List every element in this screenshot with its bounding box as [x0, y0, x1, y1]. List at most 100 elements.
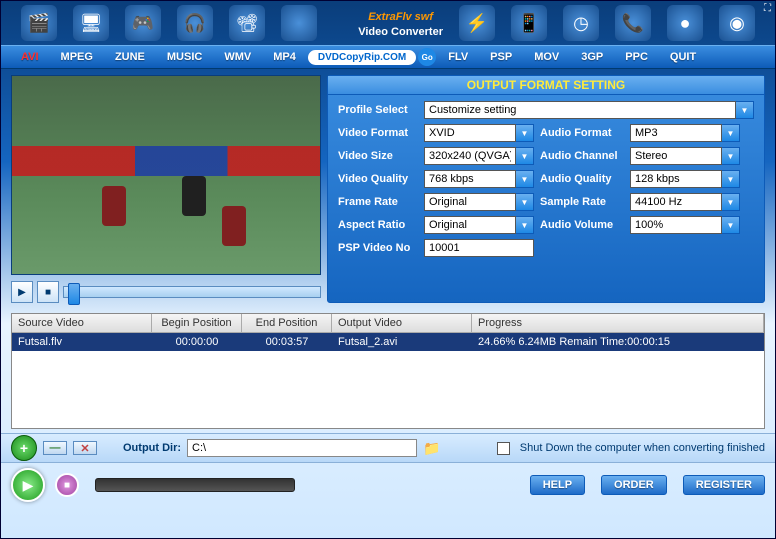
- dropdown-icon[interactable]: ▼: [516, 193, 534, 211]
- convert-button[interactable]: ▶: [11, 468, 45, 502]
- tab-3gp[interactable]: 3GP: [571, 49, 613, 65]
- td-progress: 24.66% 6.24MB Remain Time:00:00:15: [472, 333, 764, 351]
- tab-wmv[interactable]: WMV: [214, 49, 261, 65]
- td-source: Futsal.flv: [12, 333, 152, 351]
- remove-button[interactable]: —: [43, 441, 67, 455]
- dropdown-icon[interactable]: ▼: [722, 193, 740, 211]
- vqual-select[interactable]: [424, 170, 516, 188]
- tab-ppc[interactable]: PPC: [615, 49, 658, 65]
- tab-music[interactable]: MUSIC: [157, 49, 212, 65]
- add-button[interactable]: +: [11, 435, 37, 461]
- globe-icon[interactable]: ◉: [719, 5, 755, 41]
- output-dir-label: Output Dir:: [123, 442, 181, 454]
- pill-link[interactable]: DVDCopyRip.COM: [308, 50, 416, 65]
- aspect-select[interactable]: [424, 216, 516, 234]
- brand-sub: Video Converter: [358, 26, 443, 38]
- top-icon-bar: 🎬 🖥 🎮 🎧 📽 ExtraFlv swf Video Converter ⚡…: [1, 1, 775, 45]
- td-end: 00:03:57: [242, 333, 332, 351]
- output-dir-field[interactable]: C:\: [187, 439, 417, 457]
- clear-button[interactable]: ✕: [73, 441, 97, 455]
- tab-avi[interactable]: AVI: [11, 49, 49, 65]
- th-progress[interactable]: Progress: [472, 314, 764, 332]
- srate-label: Sample Rate: [540, 196, 624, 208]
- aqual-select[interactable]: [630, 170, 722, 188]
- achan-select[interactable]: [630, 147, 722, 165]
- dropdown-icon[interactable]: ▼: [516, 147, 534, 165]
- apple-icon[interactable]: [281, 5, 317, 41]
- frate-label: Frame Rate: [338, 196, 418, 208]
- vsize-select[interactable]: [424, 147, 516, 165]
- dropdown-icon[interactable]: ▼: [736, 101, 754, 119]
- wmv-icon[interactable]: 📽: [229, 5, 265, 41]
- aqual-label: Audio Quality: [540, 173, 624, 185]
- srate-select[interactable]: [630, 193, 722, 211]
- vqual-label: Video Quality: [338, 173, 418, 185]
- psp-input[interactable]: [424, 239, 534, 257]
- preview-panel: ▶ ■: [11, 75, 321, 303]
- th-end[interactable]: End Position: [242, 314, 332, 332]
- td-begin: 00:00:00: [152, 333, 242, 351]
- aformat-label: Audio Format: [540, 127, 624, 139]
- vformat-label: Video Format: [338, 127, 418, 139]
- stop-button[interactable]: ■: [37, 281, 59, 303]
- phone-icon[interactable]: 📱: [511, 5, 547, 41]
- stop-convert-button[interactable]: ■: [55, 473, 79, 497]
- settings-title: OUTPUT FORMAT SETTING: [328, 76, 764, 95]
- task-table: Source Video Begin Position End Position…: [11, 313, 765, 429]
- tab-flv[interactable]: FLV: [438, 49, 478, 65]
- seek-slider[interactable]: [63, 286, 321, 298]
- tab-psp[interactable]: PSP: [480, 49, 522, 65]
- tab-mov[interactable]: MOV: [524, 49, 569, 65]
- settings-panel: OUTPUT FORMAT SETTING Profile Select ▼ V…: [327, 75, 765, 303]
- dropdown-icon[interactable]: ▼: [722, 124, 740, 142]
- register-button[interactable]: REGISTER: [683, 475, 765, 495]
- dropdown-icon[interactable]: ▼: [516, 216, 534, 234]
- browse-icon[interactable]: 📁: [423, 440, 440, 457]
- action-bar: ▶ ■ HELP ORDER REGISTER: [1, 463, 775, 507]
- frate-select[interactable]: [424, 193, 516, 211]
- nav-bar: AVI MPEG ZUNE MUSIC WMV MP4 DVDCopyRip.C…: [1, 45, 775, 69]
- table-row[interactable]: Futsal.flv 00:00:00 00:03:57 Futsal_2.av…: [12, 333, 764, 351]
- th-output[interactable]: Output Video: [332, 314, 472, 332]
- avol-select[interactable]: [630, 216, 722, 234]
- output-bar: + — ✕ Output Dir: C:\ 📁 Shut Down the co…: [1, 433, 775, 463]
- flash-icon[interactable]: ⚡: [459, 5, 495, 41]
- monitor-icon[interactable]: 🖥: [73, 5, 109, 41]
- quicktime-icon[interactable]: ◷: [563, 5, 599, 41]
- tab-zune[interactable]: ZUNE: [105, 49, 155, 65]
- psp-label: PSP Video No: [338, 242, 418, 254]
- aformat-select[interactable]: [630, 124, 722, 142]
- order-button[interactable]: ORDER: [601, 475, 667, 495]
- mobile-icon[interactable]: 📞: [615, 5, 651, 41]
- mickey-icon[interactable]: ●: [667, 5, 703, 41]
- achan-label: Audio Channel: [540, 150, 624, 162]
- dropdown-icon[interactable]: ▼: [722, 170, 740, 188]
- film-icon[interactable]: 🎬: [21, 5, 57, 41]
- tab-mp4[interactable]: MP4: [263, 49, 306, 65]
- shutdown-label: Shut Down the computer when converting f…: [520, 442, 765, 454]
- progress-bar: [95, 478, 295, 492]
- profile-select[interactable]: [424, 101, 736, 119]
- aspect-label: Aspect Ratio: [338, 219, 418, 231]
- brand-logo: ExtraFlv swf Video Converter: [358, 8, 443, 39]
- headphones-icon[interactable]: 🎧: [177, 5, 213, 41]
- video-preview: [11, 75, 321, 275]
- th-source[interactable]: Source Video: [12, 314, 152, 332]
- dropdown-icon[interactable]: ▼: [516, 170, 534, 188]
- play-button[interactable]: ▶: [11, 281, 33, 303]
- avol-label: Audio Volume: [540, 219, 624, 231]
- tab-quit[interactable]: QUIT: [660, 49, 706, 65]
- dropdown-icon[interactable]: ▼: [722, 216, 740, 234]
- dropdown-icon[interactable]: ▼: [516, 124, 534, 142]
- shutdown-checkbox[interactable]: [497, 442, 510, 455]
- maximize-icon[interactable]: ⛶: [764, 3, 771, 14]
- th-begin[interactable]: Begin Position: [152, 314, 242, 332]
- td-output: Futsal_2.avi: [332, 333, 472, 351]
- gamepad-icon[interactable]: 🎮: [125, 5, 161, 41]
- help-button[interactable]: HELP: [530, 475, 585, 495]
- vformat-select[interactable]: [424, 124, 516, 142]
- profile-label: Profile Select: [338, 104, 418, 116]
- go-button[interactable]: Go: [418, 48, 436, 66]
- dropdown-icon[interactable]: ▼: [722, 147, 740, 165]
- tab-mpeg[interactable]: MPEG: [51, 49, 103, 65]
